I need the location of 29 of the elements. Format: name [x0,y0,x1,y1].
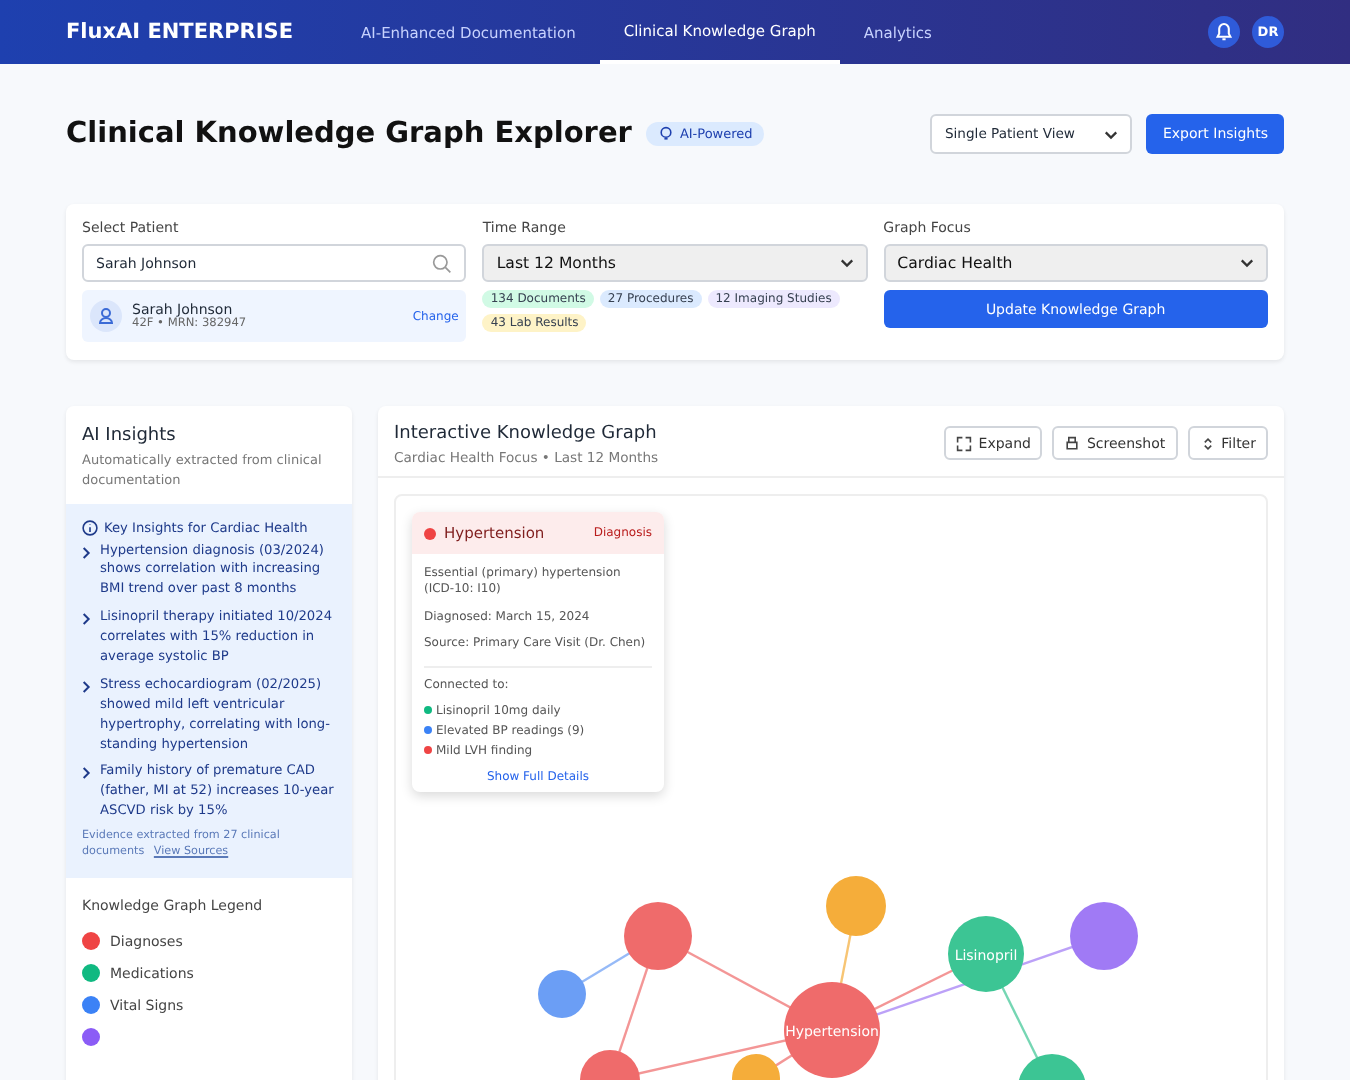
chevron-down-icon [839,258,854,268]
search-icon [432,253,453,273]
graph-node[interactable] [1070,902,1138,970]
graph-node[interactable] [538,970,586,1018]
panel-title: Interactive Knowledge Graph [394,424,659,444]
person-icon [90,300,122,332]
chevron-right-icon [82,545,92,559]
page-title: Clinical Knowledge Graph Explorer [66,118,632,150]
chevron-right-icon [82,679,92,694]
sort-icon [1199,435,1216,451]
graph-node[interactable] [784,982,880,1078]
graph-node[interactable] [948,916,1024,992]
graph-node[interactable] [624,902,692,970]
panel-title: AI Insights [82,426,178,446]
chevron-right-icon [82,612,92,627]
graph-node[interactable] [826,876,886,936]
graph-node[interactable] [1018,1054,1086,1080]
notification-bell-icon[interactable] [1208,16,1240,48]
chevron-down-icon [1239,258,1254,268]
expand-icon [956,435,973,451]
status-dot [424,527,436,539]
chevron-down-icon [1104,129,1119,139]
graph-node[interactable] [732,1054,780,1080]
graph-node[interactable] [580,1050,640,1080]
info-icon [82,519,98,535]
brand-logo: FluxAI ENTERPRISE [66,20,294,44]
printer-icon [1064,435,1081,451]
lightbulb-icon [657,126,674,142]
chevron-right-icon [82,766,92,781]
